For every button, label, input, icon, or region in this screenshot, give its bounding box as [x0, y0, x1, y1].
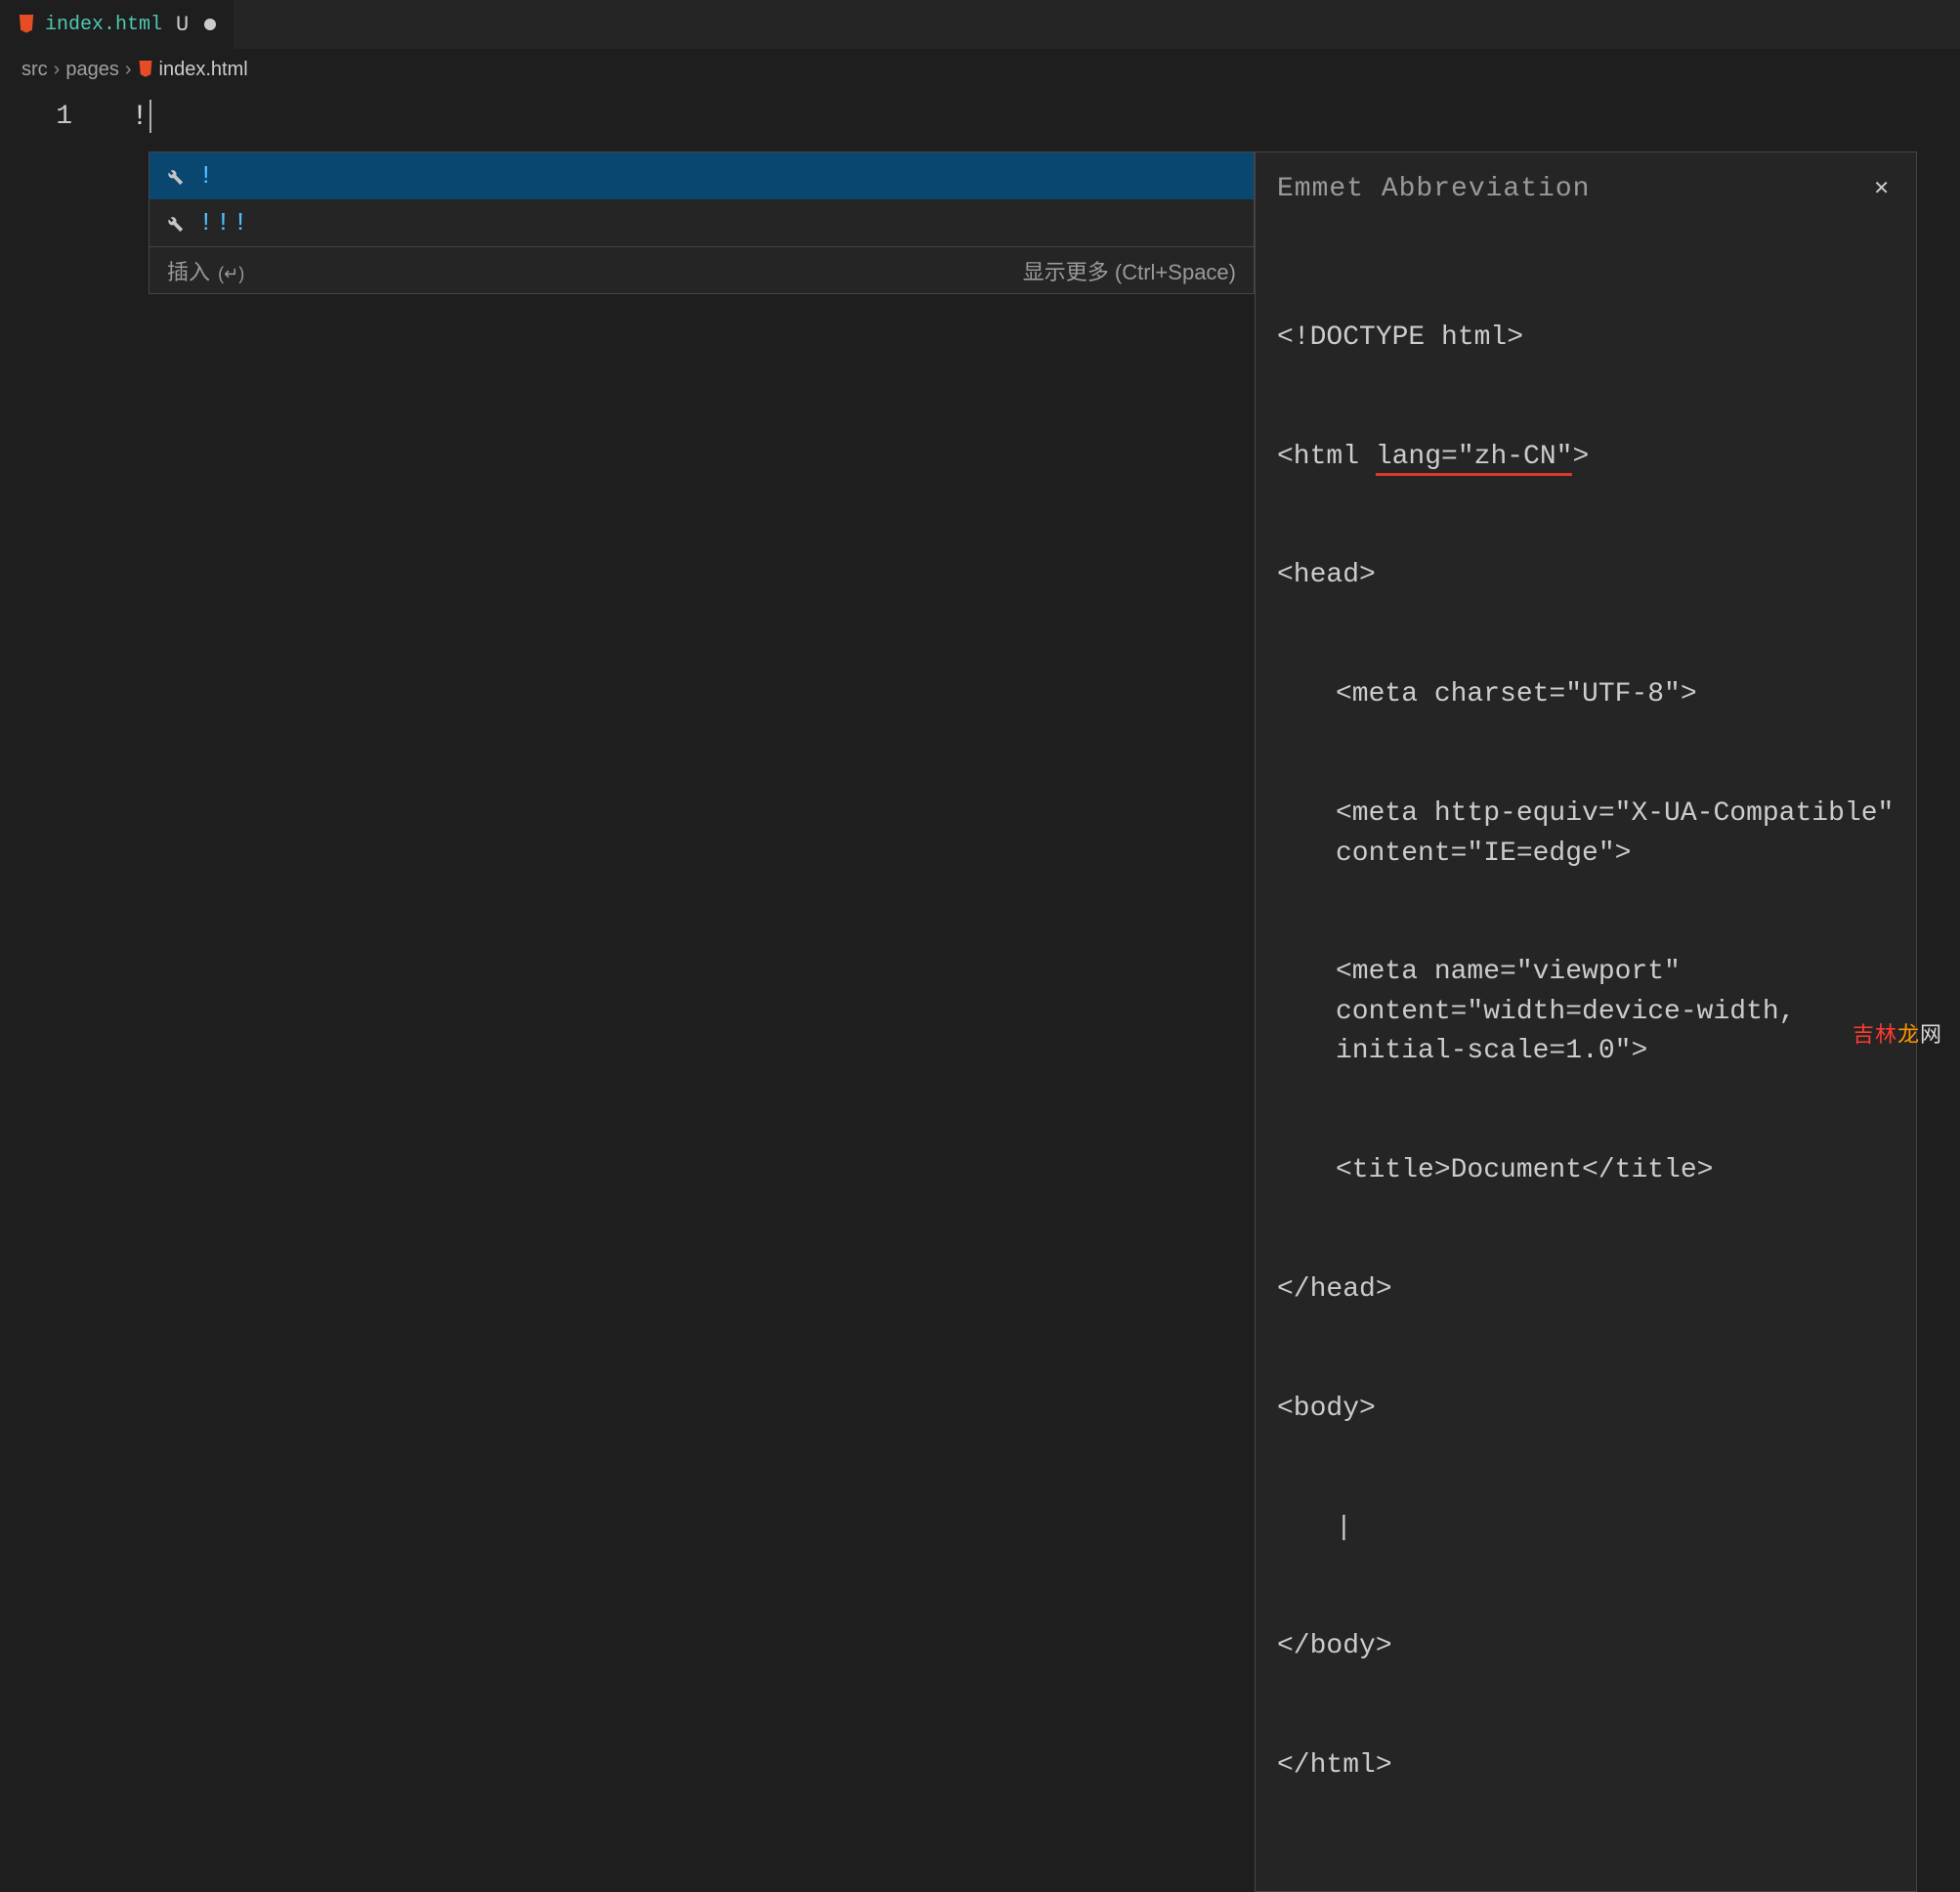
- doc-title: Emmet Abbreviation: [1277, 170, 1590, 210]
- wrench-icon: [163, 165, 185, 187]
- line-number-gutter: 1: [0, 90, 107, 1064]
- html5-icon: [138, 61, 153, 78]
- tab-git-status: U: [176, 13, 189, 37]
- tab-dirty-indicator: [204, 19, 216, 30]
- suggest-item-0[interactable]: !: [149, 152, 1254, 199]
- wrench-icon: [163, 212, 185, 234]
- suggest-item-label: !!!: [198, 208, 250, 237]
- suggest-footer: 插入 (↵) 显示更多 (Ctrl+Space): [149, 246, 1254, 293]
- crumb-file[interactable]: index.html: [159, 59, 248, 81]
- doc-line: <meta charset="UTF-8">: [1277, 675, 1896, 715]
- watermark: 吉林龙网: [1853, 1017, 1942, 1049]
- chevron-right-icon: ›: [125, 59, 132, 81]
- doc-line: <html lang="zh-CN">: [1277, 438, 1896, 478]
- doc-underline: lang="zh-CN": [1376, 442, 1573, 476]
- suggest-insert-hint: 插入 (↵): [167, 255, 244, 286]
- doc-line: <body>: [1277, 1390, 1896, 1430]
- tab-filename: index.html: [45, 14, 162, 36]
- suggest-documentation: Emmet Abbreviation ✕ <!DOCTYPE html> <ht…: [1255, 151, 1917, 1892]
- chevron-right-icon: ›: [54, 59, 61, 81]
- suggest-item-1[interactable]: !!!: [149, 199, 1254, 246]
- tab-bar: index.html U: [0, 0, 1960, 49]
- doc-body: <!DOCTYPE html> <html lang="zh-CN"> <hea…: [1277, 239, 1896, 1866]
- close-icon[interactable]: ✕: [1867, 174, 1896, 206]
- crumb-src[interactable]: src: [21, 59, 48, 81]
- suggest-widget: ! !!! 插入 (↵) 显示更多 (Ctrl+Space): [149, 151, 1255, 294]
- enter-key-icon: (↵): [218, 264, 244, 284]
- doc-line: |: [1277, 1509, 1896, 1549]
- doc-line: <!DOCTYPE html>: [1277, 319, 1896, 359]
- crumb-pages[interactable]: pages: [65, 59, 119, 81]
- text-cursor: [149, 100, 151, 133]
- suggest-show-more[interactable]: 显示更多 (Ctrl+Space): [1023, 255, 1236, 286]
- doc-line: </html>: [1277, 1746, 1896, 1786]
- doc-line: <title>Document</title>: [1277, 1151, 1896, 1191]
- doc-line: <meta http-equiv="X-UA-Compatible" conte…: [1277, 795, 1896, 874]
- html5-icon: [18, 15, 35, 34]
- editor-tab-index-html[interactable]: index.html U: [0, 0, 234, 49]
- doc-line: </body>: [1277, 1627, 1896, 1667]
- suggest-item-label: !: [198, 161, 216, 191]
- doc-line: <meta name="viewport" content="width=dev…: [1277, 953, 1896, 1072]
- typed-text: !: [107, 98, 149, 137]
- breadcrumb[interactable]: src › pages › index.html: [0, 49, 1960, 90]
- doc-line: </head>: [1277, 1270, 1896, 1311]
- doc-line: <head>: [1277, 556, 1896, 596]
- line-number: 1: [0, 98, 72, 137]
